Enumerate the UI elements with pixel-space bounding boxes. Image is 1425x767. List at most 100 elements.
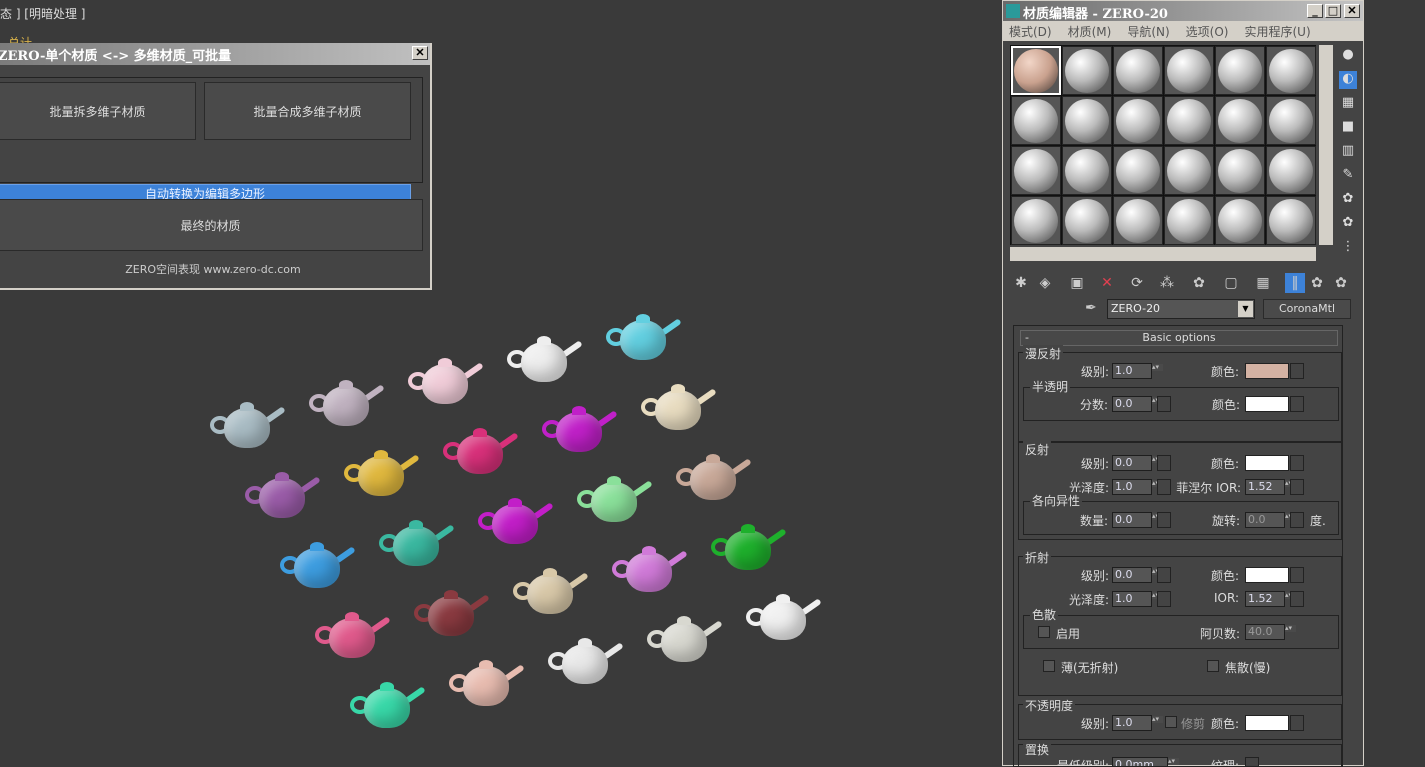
- menu-options[interactable]: 选项(O): [1186, 23, 1229, 39]
- show-map-icon[interactable]: ▦: [1253, 273, 1273, 293]
- opacity-level-spinner[interactable]: 1.0: [1112, 715, 1163, 731]
- menu-navigation[interactable]: 导航(N): [1127, 23, 1169, 39]
- menu-mode[interactable]: 模式(D): [1009, 23, 1052, 39]
- options-icon[interactable]: ✿: [1339, 191, 1357, 209]
- reflection-color-swatch[interactable]: [1245, 455, 1289, 471]
- viewport-menu[interactable]: 态 ] [明暗处理 ]: [0, 5, 86, 22]
- eyedropper-icon[interactable]: ✒: [1085, 300, 1097, 316]
- diffuse-color-swatch[interactable]: [1245, 363, 1289, 379]
- aniso-map-button[interactable]: [1157, 512, 1171, 528]
- editor-titlebar[interactable]: 材质编辑器 - ZERO-20 _ □ ✕: [1003, 1, 1363, 22]
- dialog-titlebar[interactable]: ZERO-单个材质 <-> 多维材质_可批量 ✕: [0, 43, 430, 65]
- teapot[interactable]: [344, 446, 420, 502]
- put-to-library-icon[interactable]: ✿: [1189, 273, 1209, 293]
- slots-horizontal-scrollbar[interactable]: [1010, 247, 1316, 261]
- teapot[interactable]: [449, 656, 525, 712]
- slots-vertical-scrollbar[interactable]: [1319, 45, 1333, 245]
- select-by-material-icon[interactable]: ✿: [1339, 215, 1357, 233]
- material-slot[interactable]: [1113, 96, 1163, 145]
- material-slot[interactable]: [1113, 146, 1163, 195]
- material-slot[interactable]: [1113, 46, 1163, 95]
- final-material-button[interactable]: 最终的材质: [0, 199, 423, 251]
- put-to-scene-icon[interactable]: ◈: [1035, 273, 1055, 293]
- teapot[interactable]: [548, 634, 624, 690]
- video-color-check-icon[interactable]: ▥: [1339, 143, 1357, 161]
- caustics-checkbox[interactable]: [1207, 660, 1219, 672]
- material-name-field[interactable]: ZERO-20 ▼: [1107, 299, 1255, 319]
- refraction-level-spinner[interactable]: 0.0: [1112, 567, 1163, 583]
- teapot[interactable]: [350, 678, 426, 734]
- material-slot[interactable]: [1011, 146, 1061, 195]
- material-slot[interactable]: [1266, 46, 1316, 95]
- material-slot[interactable]: [1011, 196, 1061, 245]
- menu-utilities[interactable]: 实用程序(U): [1244, 23, 1310, 39]
- refraction-gloss-map-button[interactable]: [1157, 591, 1171, 607]
- material-slot[interactable]: [1215, 196, 1265, 245]
- translucency-map-button[interactable]: [1157, 396, 1171, 412]
- close-button[interactable]: ✕: [412, 46, 428, 60]
- teapot[interactable]: [641, 380, 717, 436]
- teapot[interactable]: [676, 450, 752, 506]
- reflection-gloss-spinner[interactable]: 1.0: [1112, 479, 1163, 495]
- teapot[interactable]: [542, 402, 618, 458]
- material-slot[interactable]: [1215, 146, 1265, 195]
- material-slot[interactable]: [1164, 46, 1214, 95]
- show-end-result-icon[interactable]: ‖: [1285, 273, 1305, 293]
- refraction-color-swatch[interactable]: [1245, 567, 1289, 583]
- aniso-rotation-spinner[interactable]: 0.0: [1245, 512, 1296, 528]
- material-slot[interactable]: [1266, 146, 1316, 195]
- aniso-amount-spinner[interactable]: 0.0: [1112, 512, 1163, 528]
- teapot[interactable]: [245, 468, 321, 524]
- rollout-header[interactable]: - Basic options: [1020, 330, 1338, 346]
- material-slot[interactable]: [1266, 96, 1316, 145]
- teapot[interactable]: [577, 472, 653, 528]
- translucency-fraction-spinner[interactable]: 0.0: [1112, 396, 1163, 412]
- diffuse-level-spinner[interactable]: 1.0: [1112, 363, 1163, 379]
- batch-split-button[interactable]: 批量拆多维子材质: [0, 82, 196, 140]
- material-id-icon[interactable]: ▢: [1221, 273, 1241, 293]
- material-type-button[interactable]: CoronaMtl: [1263, 299, 1351, 319]
- material-slot[interactable]: [1215, 46, 1265, 95]
- refraction-color-map-button[interactable]: [1290, 567, 1304, 583]
- material-slot[interactable]: [1011, 96, 1061, 145]
- make-preview-icon[interactable]: ✎: [1339, 167, 1357, 185]
- teapot[interactable]: [513, 564, 589, 620]
- thin-checkbox[interactable]: [1043, 660, 1055, 672]
- teapot[interactable]: [210, 398, 286, 454]
- teapot[interactable]: [408, 354, 484, 410]
- get-material-icon[interactable]: ✱: [1011, 273, 1031, 293]
- teapot[interactable]: [647, 612, 723, 668]
- close-button[interactable]: ✕: [1344, 4, 1360, 18]
- teapot[interactable]: [309, 376, 385, 432]
- material-slot[interactable]: [1164, 96, 1214, 145]
- opacity-color-swatch[interactable]: [1245, 715, 1289, 731]
- backlight-icon[interactable]: ◐: [1339, 71, 1357, 89]
- make-unique-icon[interactable]: ⁂: [1157, 273, 1177, 293]
- material-slot[interactable]: [1062, 46, 1112, 95]
- teapot[interactable]: [315, 608, 391, 664]
- menu-material[interactable]: 材质(M): [1068, 23, 1112, 39]
- refraction-map-button[interactable]: [1157, 567, 1171, 583]
- teapot[interactable]: [280, 538, 356, 594]
- batch-merge-button[interactable]: 批量合成多维子材质: [204, 82, 411, 140]
- chevron-down-icon[interactable]: ▼: [1238, 301, 1253, 317]
- translucency-color-map-button[interactable]: [1290, 396, 1304, 412]
- refraction-ior-spinner[interactable]: 1.52: [1245, 591, 1296, 607]
- teapot[interactable]: [746, 590, 822, 646]
- reflection-color-map-button[interactable]: [1290, 455, 1304, 471]
- uv-tiling-icon[interactable]: ■: [1339, 119, 1357, 137]
- teapot[interactable]: [507, 332, 583, 388]
- abbe-spinner[interactable]: 40.0: [1245, 624, 1296, 640]
- fresnel-ior-spinner[interactable]: 1.52: [1245, 479, 1296, 495]
- material-slot[interactable]: [1164, 196, 1214, 245]
- reflection-level-spinner[interactable]: 0.0: [1112, 455, 1163, 471]
- material-slot[interactable]: [1062, 196, 1112, 245]
- material-slot[interactable]: [1011, 46, 1061, 95]
- refraction-gloss-spinner[interactable]: 1.0: [1112, 591, 1163, 607]
- material-slot[interactable]: [1062, 146, 1112, 195]
- material-slot[interactable]: [1215, 96, 1265, 145]
- go-forward-sibling-icon[interactable]: ✿: [1331, 273, 1351, 293]
- minimize-button[interactable]: _: [1307, 4, 1323, 18]
- material-slot[interactable]: [1266, 196, 1316, 245]
- fresnel-map-button[interactable]: [1290, 479, 1304, 495]
